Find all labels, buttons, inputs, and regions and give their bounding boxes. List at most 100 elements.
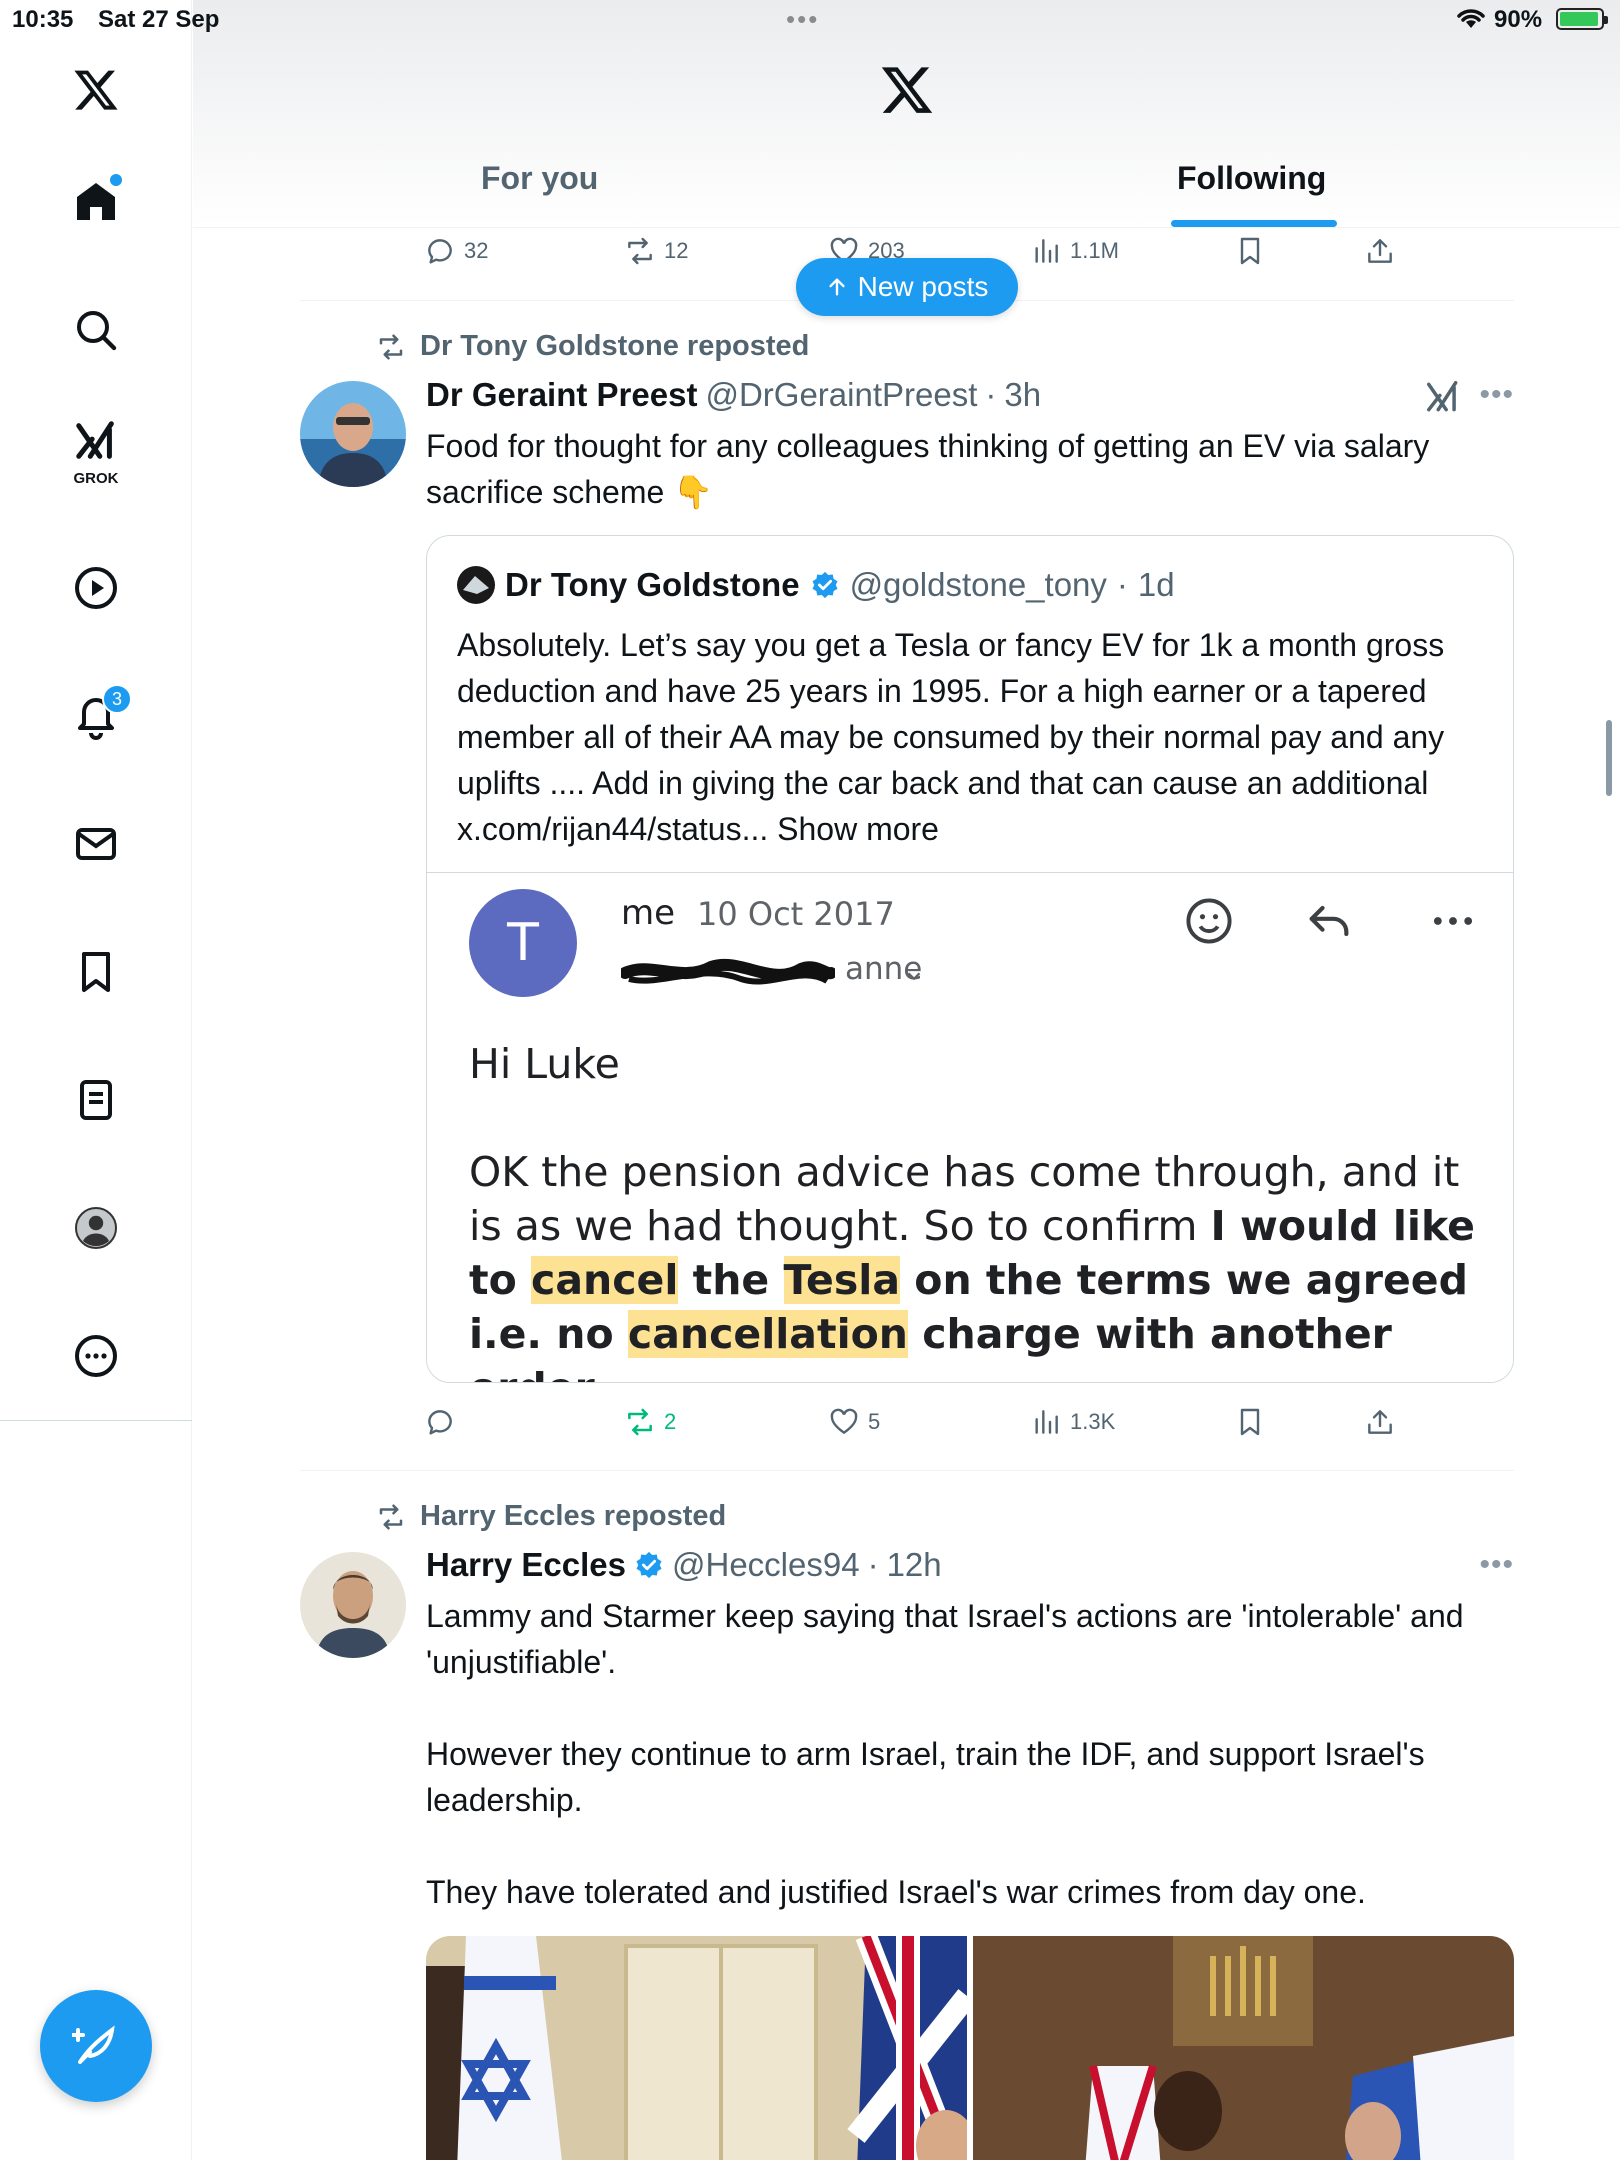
views-chart-icon	[1035, 239, 1058, 263]
status-time: 10:35	[12, 6, 74, 33]
views-count: 1.1M	[1070, 238, 1119, 263]
sidebar-item-lists[interactable]	[56, 1060, 136, 1140]
avatar-photo	[300, 1552, 406, 1658]
bookmark-icon	[1240, 237, 1260, 265]
repost-icon	[379, 1504, 403, 1529]
share-button[interactable]	[1364, 229, 1396, 273]
home-unread-dot	[110, 174, 122, 186]
highlight-tesla: Tesla	[783, 1256, 900, 1304]
compose-post-button[interactable]	[40, 1990, 152, 2102]
avatar-photo	[300, 381, 406, 487]
author-name[interactable]: Dr Geraint Preest	[426, 376, 697, 414]
status-date: Sat 27 Sep	[98, 6, 220, 33]
email-date: 10 Oct 2017	[697, 895, 895, 933]
tweet-time[interactable]: 3h	[1004, 376, 1041, 414]
show-more-link[interactable]: Show more	[777, 811, 939, 847]
bookmark-icon	[82, 952, 110, 992]
media-image-1[interactable]	[426, 1936, 967, 2160]
reply-button[interactable]: 32	[424, 229, 488, 273]
compose-feather-icon	[72, 2025, 115, 2064]
reposted-by-label: Harry Eccles reposted	[420, 1500, 727, 1532]
tab-following[interactable]: Following	[1177, 160, 1326, 197]
notifications-badge: 3	[102, 684, 132, 714]
more-horizontal-icon	[1433, 917, 1473, 925]
sidebar-item-profile[interactable]	[56, 1188, 136, 1268]
tweet-action-bar: 2 5 1.3K	[300, 1400, 1514, 1444]
tab-for-you[interactable]: For you	[481, 160, 598, 197]
sidebar-item-grok[interactable]: GROK	[56, 410, 136, 490]
x-logo-icon[interactable]	[56, 50, 136, 130]
redaction-scribble	[621, 958, 835, 985]
arrow-up-icon	[829, 278, 845, 296]
highlight-cancellation: cancellation	[627, 1310, 908, 1358]
reply-icon	[428, 1410, 452, 1435]
verified-badge-icon	[812, 571, 838, 599]
quoted-author-handle[interactable]: @goldstone_tony	[850, 566, 1107, 604]
tweet-divider	[300, 1470, 1514, 1471]
wifi-icon	[1457, 9, 1485, 28]
multitask-dots-icon[interactable]: •••	[786, 4, 819, 35]
grok-label: GROK	[73, 470, 119, 487]
sender-avatar: T	[469, 889, 577, 997]
sidebar-item-notifications[interactable]: 3	[56, 676, 136, 756]
battery-percent: 90%	[1494, 6, 1543, 33]
repost-button[interactable]: 2	[624, 1400, 676, 1444]
highlight-cancel: cancel	[531, 1256, 679, 1304]
repost-indicator: Harry Eccles reposted	[376, 1500, 726, 1533]
grok-icon[interactable]	[1424, 378, 1462, 416]
quoted-author-name[interactable]: Dr Tony Goldstone	[505, 566, 800, 604]
like-button[interactable]: 5	[828, 1400, 880, 1444]
quoted-tweet[interactable]: Dr Tony Goldstone @goldstone_tony · 1d A…	[426, 535, 1514, 1383]
views-button[interactable]: 1.3K	[1030, 1400, 1115, 1444]
reply-button[interactable]	[424, 1400, 464, 1444]
x-logo-icon[interactable]	[879, 62, 935, 118]
like-count: 5	[868, 1409, 881, 1434]
repost-icon	[628, 1408, 652, 1436]
sidebar-item-more[interactable]	[56, 1316, 136, 1396]
tweet-time[interactable]: 12h	[887, 1546, 942, 1584]
quoted-tweet-time[interactable]: 1d	[1138, 566, 1175, 604]
tweet-text: Lammy and Starmer keep saying that Israe…	[426, 1598, 1464, 1910]
more-options-icon[interactable]: •••	[1479, 1548, 1514, 1582]
share-icon	[1368, 1410, 1392, 1434]
author-handle[interactable]: @Heccles94	[672, 1546, 860, 1584]
sidebar-item-messages[interactable]	[56, 804, 136, 884]
author-handle[interactable]: @DrGeraintPreest	[705, 376, 977, 414]
battery-icon	[1556, 8, 1608, 30]
bookmark-button[interactable]	[1234, 229, 1266, 273]
repost-button[interactable]: 12	[624, 229, 688, 273]
chevron-down-icon	[907, 972, 921, 981]
repost-count: 2	[664, 1409, 677, 1434]
quote-avatar	[457, 566, 495, 604]
repost-icon	[628, 237, 652, 265]
scrollbar[interactable]	[1606, 720, 1612, 796]
sidebar-item-bookmarks[interactable]	[56, 932, 136, 1012]
sidebar-item-video[interactable]	[56, 548, 136, 628]
new-posts-button[interactable]: New posts	[796, 258, 1018, 316]
reply-count: 32	[464, 238, 489, 263]
reply-arrow-icon	[1309, 905, 1349, 937]
views-button[interactable]: 1.1M	[1030, 229, 1119, 273]
tweet-header: Harry Eccles @Heccles94 · 12h	[426, 1546, 942, 1584]
quoted-email-screenshot[interactable]: T me 10 Oct 2017 anne Hi Luke OK the pen…	[427, 872, 1513, 1382]
avatar[interactable]	[300, 1552, 406, 1658]
avatar[interactable]	[300, 381, 406, 487]
heart-icon	[830, 1408, 858, 1435]
media-image-2[interactable]	[973, 1936, 1514, 2160]
email-from: me	[621, 893, 676, 933]
separator-dot: ·	[867, 1546, 879, 1583]
sidebar-item-home[interactable]	[56, 162, 136, 242]
active-tab-indicator	[1171, 220, 1337, 227]
profile-avatar-icon	[75, 1207, 117, 1249]
email-body: OK the pension advice has come through, …	[469, 1145, 1479, 1382]
mail-icon	[76, 828, 116, 860]
play-icon	[75, 567, 117, 609]
share-button[interactable]	[1364, 1400, 1396, 1444]
tweet-media[interactable]	[426, 1936, 1514, 2160]
sidebar-item-search[interactable]	[56, 290, 136, 370]
separator-dot: ·	[1116, 566, 1128, 603]
more-options-icon[interactable]: •••	[1479, 378, 1514, 412]
author-name[interactable]: Harry Eccles	[426, 1546, 626, 1584]
share-icon	[1368, 239, 1392, 263]
bookmark-button[interactable]	[1234, 1400, 1266, 1444]
